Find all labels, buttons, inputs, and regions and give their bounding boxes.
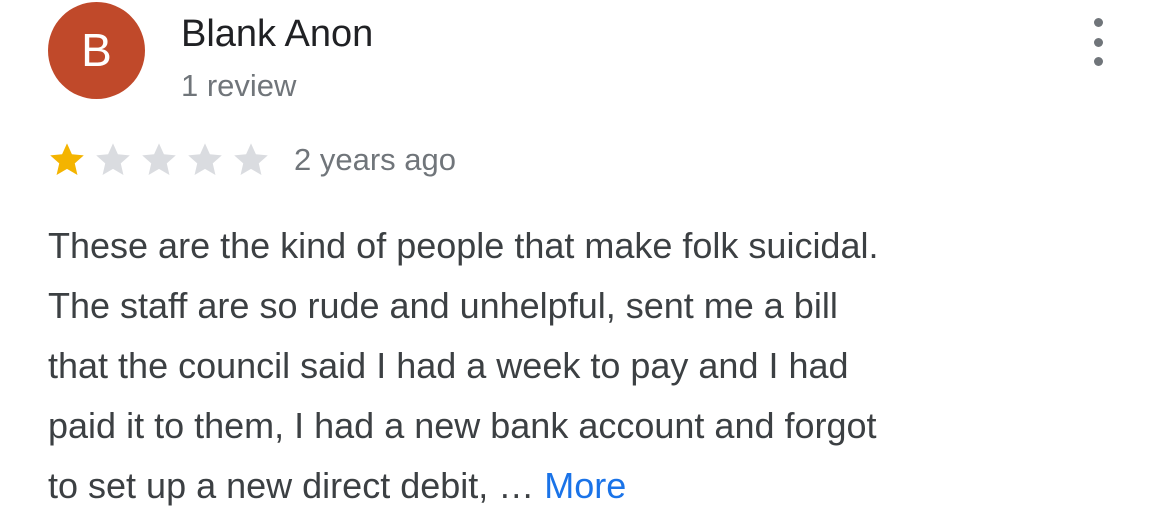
- rating-row: 2 years ago: [48, 140, 456, 180]
- review-text-line: These are the kind of people that make f…: [48, 225, 879, 266]
- star-rating: [48, 141, 278, 179]
- avatar[interactable]: B: [48, 2, 145, 99]
- review-text-line: that the council said I had a week to pa…: [48, 345, 849, 386]
- menu-dot: [1093, 57, 1103, 66]
- review-text-end: to set up a new direct debit, …: [48, 465, 545, 506]
- more-vert-icon[interactable]: [1082, 18, 1114, 66]
- star-filled-icon: [48, 141, 86, 179]
- star-empty-icon: [94, 141, 132, 179]
- review-time: 2 years ago: [294, 142, 456, 177]
- star-empty-icon: [186, 141, 224, 179]
- reviewer-name[interactable]: Blank Anon: [181, 12, 373, 56]
- review-count: 1 review: [181, 68, 297, 103]
- menu-dot: [1093, 18, 1103, 27]
- review-text: These are the kind of people that make f…: [48, 216, 1128, 516]
- review-text-line: The staff are so rude and unhelpful, sen…: [48, 285, 838, 326]
- review-text-line: paid it to them, I had a new bank accoun…: [48, 405, 877, 446]
- review-card: B Blank Anon 1 review 2 years ago These …: [0, 0, 1170, 528]
- star-empty-icon: [140, 141, 178, 179]
- more-link[interactable]: More: [544, 465, 626, 506]
- review-text-line-last: to set up a new direct debit, … More: [48, 456, 1128, 516]
- menu-dot: [1093, 37, 1103, 47]
- star-empty-icon: [232, 141, 270, 179]
